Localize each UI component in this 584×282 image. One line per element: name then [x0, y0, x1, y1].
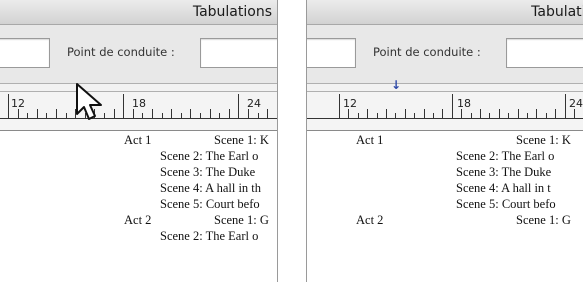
ruler-tick [46, 113, 48, 118]
tabs-panel-right: Tabulation Point de conduite : ↓ 12 18 2… [306, 0, 583, 282]
ruler-tick [219, 113, 221, 118]
document-text: Act 1 Scene 1: K Scene 2: The Earl o Sce… [0, 131, 277, 282]
ruler-tick [555, 109, 557, 118]
scene-line: Scene 1: G [516, 213, 571, 227]
ruler-tick [564, 94, 566, 118]
leader-label: Point de conduite : [67, 45, 175, 59]
ruler-tick [200, 113, 201, 118]
ruler-label-12: 12 [343, 97, 357, 110]
panel-divider [306, 0, 307, 282]
ruler-tick [348, 109, 350, 118]
ruler-tick [248, 109, 249, 118]
ruler-tick [142, 113, 144, 118]
ruler-tick [527, 113, 528, 118]
ruler-tick [414, 113, 416, 118]
tabs-panel-left: Tabulations Point de conduite : 12 18 24… [0, 0, 277, 282]
act-label: Act 2 [124, 213, 152, 227]
ruler-tick [404, 109, 406, 118]
ruler-tick [498, 109, 500, 118]
ruler-tick [451, 94, 453, 118]
tab-stop-marker-icon[interactable]: ↓ [391, 78, 401, 92]
panel-title: Tabulation [531, 4, 583, 20]
ruler-label-24: 24 [247, 97, 261, 110]
ruler-tick [65, 113, 67, 118]
ruler-tick [123, 94, 125, 118]
ruler-tick [545, 113, 547, 118]
ruler-tick [386, 109, 387, 118]
scene-line: Scene 5: Court befo [160, 197, 260, 211]
mouse-pointer-icon [76, 83, 102, 120]
scene-line: Scene 1: K [516, 133, 571, 147]
ruler-tick [257, 113, 259, 118]
scene-line: Scene 1: G [214, 213, 269, 227]
scene-line: Scene 3: The Duke [160, 165, 256, 179]
ruler-tick [357, 113, 359, 118]
ruler-tick [190, 109, 192, 118]
act-label: Act 2 [356, 213, 384, 227]
ruler-tick [339, 94, 340, 118]
ruler-label-18: 18 [457, 97, 471, 110]
ruler-tick [209, 109, 211, 118]
ruler-tick [433, 113, 434, 118]
scene-line: Scene 2: The Earl o [160, 149, 259, 163]
ruler-tick [152, 109, 153, 118]
ruler-tick [367, 109, 369, 118]
ruler-tick [395, 113, 397, 118]
ruler-tick [228, 109, 230, 118]
ruler-tick [27, 113, 29, 118]
act-label: Act 1 [356, 133, 384, 147]
ruler-tick [17, 109, 19, 118]
ruler-tick [180, 113, 182, 118]
scene-line: Scene 1: K [214, 133, 269, 147]
ruler-tick [36, 109, 38, 118]
ruler-tick [574, 109, 575, 118]
tab-ruler[interactable]: ↓ 12 18 24 [306, 78, 583, 131]
leader-label: Point de conduite : [373, 45, 481, 59]
ruler-label-24: 24 [569, 97, 583, 110]
ruler-baseline [306, 118, 583, 119]
ruler-tick [161, 113, 163, 118]
ruler-tick [132, 109, 134, 118]
ruler-tick [470, 113, 472, 118]
panel-title: Tabulations [192, 4, 272, 20]
leader-input[interactable] [506, 38, 583, 68]
leader-input[interactable] [200, 38, 277, 68]
ruler-tick [56, 109, 57, 118]
ruler-tick [8, 94, 9, 118]
scene-line: Scene 2: The Earl o [160, 229, 259, 243]
scene-line: Scene 4: A hall in t [456, 181, 551, 195]
tab-stop-strip[interactable] [0, 84, 277, 92]
ruler-label-18: 18 [132, 97, 146, 110]
panel-titlebar: Tabulations [0, 0, 277, 25]
ruler-tick [376, 113, 378, 118]
ruler-tick [461, 109, 463, 118]
scene-line: Scene 4: A hall in th [160, 181, 262, 195]
panel-titlebar: Tabulation [306, 0, 583, 25]
ruler-tick [113, 109, 115, 118]
ruler-tick [171, 109, 173, 118]
ruler-tick [508, 113, 510, 118]
tab-stop-strip[interactable] [306, 84, 583, 92]
ruler-tick [238, 94, 240, 118]
scene-line: Scene 5: Court befo [456, 197, 556, 211]
scene-line: Scene 2: The Earl o [456, 149, 555, 163]
tab-ruler[interactable]: 12 18 24 [0, 83, 277, 131]
ruler-tick [480, 109, 481, 118]
position-input[interactable] [306, 38, 356, 68]
scene-line: Scene 3: The Duke [456, 165, 552, 179]
ruler-tick [267, 109, 269, 118]
ruler-tick [517, 109, 519, 118]
ruler-tick [423, 109, 425, 118]
ruler-tick [536, 109, 538, 118]
tab-controls: Point de conduite : [306, 25, 583, 84]
document-text: Act 1 Scene 1: K Scene 2: The Earl o Sce… [306, 131, 583, 282]
tab-controls: Point de conduite : [0, 25, 277, 84]
position-input[interactable] [0, 38, 50, 68]
panel-divider [277, 0, 278, 282]
act-label: Act 1 [124, 133, 152, 147]
ruler-tick [489, 113, 491, 118]
ruler-tick [442, 109, 444, 118]
ruler-label-12: 12 [11, 97, 25, 110]
ruler-baseline [0, 118, 277, 119]
